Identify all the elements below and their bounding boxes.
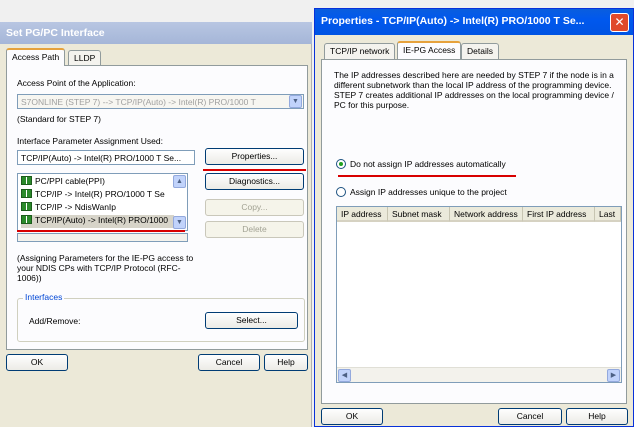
select-button[interactable]: Select...	[205, 312, 298, 329]
interfaces-group-title: Interfaces	[23, 292, 65, 302]
add-remove-label: Add/Remove:	[29, 316, 81, 326]
info-text: The IP addresses described here are need…	[334, 70, 614, 110]
network-card-icon	[21, 215, 32, 224]
table-horizontal-scrollbar[interactable]: ◀ ▶	[337, 367, 621, 382]
annotation-underline-radio	[338, 175, 516, 177]
radio-no-auto-assign[interactable]	[336, 159, 346, 169]
column-header[interactable]: Network address	[450, 207, 523, 222]
right-help-button[interactable]: Help	[566, 408, 628, 425]
scroll-right-icon[interactable]: ▶	[607, 369, 620, 382]
network-card-icon	[21, 202, 32, 211]
access-path-panel: Access Point of the Application: S7ONLIN…	[6, 65, 308, 350]
chevron-down-icon[interactable]: ▼	[289, 95, 302, 108]
list-item[interactable]: TCP/IP -> NdisWanIp	[21, 202, 116, 215]
access-point-label: Access Point of the Application:	[17, 78, 136, 88]
tab-ie-pg-access[interactable]: IE-PG Access	[397, 41, 462, 59]
diagnostics-button[interactable]: Diagnostics...	[205, 173, 304, 190]
network-card-icon	[21, 189, 32, 198]
scroll-down-icon[interactable]: ▼	[173, 216, 186, 229]
interface-list[interactable]: PC/PPI cable(PPI) TCP/IP -> Intel(R) PRO…	[17, 173, 188, 231]
properties-dialog: Properties - TCP/IP(Auto) -> Intel(R) PR…	[314, 8, 634, 427]
left-dialog-title: Set PG/PC Interface	[6, 27, 105, 39]
assignment-field[interactable]: TCP/IP(Auto) -> Intel(R) PRO/1000 T Se..…	[17, 150, 195, 165]
ie-pg-access-panel: The IP addresses described here are need…	[321, 59, 627, 404]
left-cancel-button[interactable]: Cancel	[198, 354, 260, 371]
tab-access-path[interactable]: Access Path	[6, 48, 66, 66]
ip-address-table[interactable]: IP address Subnet mask Network address F…	[336, 206, 622, 383]
horizontal-scrollbar[interactable]	[17, 233, 188, 242]
tab-lldp[interactable]: LLDP	[68, 50, 102, 66]
scroll-left-icon[interactable]: ◀	[338, 369, 351, 382]
column-header[interactable]: First IP address	[523, 207, 595, 222]
annotation-underline-list	[17, 230, 185, 232]
properties-dialog-title: Properties - TCP/IP(Auto) -> Intel(R) PR…	[321, 15, 585, 27]
properties-dialog-titlebar: Properties - TCP/IP(Auto) -> Intel(R) PR…	[315, 9, 633, 35]
column-header[interactable]: Subnet mask	[388, 207, 450, 222]
tab-details[interactable]: Details	[461, 43, 499, 59]
left-help-button[interactable]: Help	[264, 354, 308, 371]
access-point-value: S7ONLINE (STEP 7) --> TCP/IP(Auto) -> In…	[21, 97, 256, 107]
assignment-label: Interface Parameter Assignment Used:	[17, 136, 163, 146]
list-item-selected[interactable]: TCP/IP(Auto) -> Intel(R) PRO/1000	[21, 215, 174, 228]
list-item[interactable]: TCP/IP -> Intel(R) PRO/1000 T Se	[21, 189, 165, 202]
access-point-note: (Standard for STEP 7)	[17, 114, 101, 124]
access-point-select[interactable]: S7ONLINE (STEP 7) --> TCP/IP(Auto) -> In…	[17, 94, 304, 109]
list-item[interactable]: PC/PPI cable(PPI)	[21, 176, 105, 189]
network-card-icon	[21, 176, 32, 185]
column-header[interactable]: Last	[595, 207, 621, 222]
radio-no-auto-assign-label: Do not assign IP addresses automatically	[350, 159, 506, 169]
copy-button[interactable]: Copy...	[205, 199, 304, 216]
annotation-underline-properties	[203, 169, 306, 171]
radio-assign-unique-label: Assign IP addresses unique to the projec…	[350, 187, 507, 197]
tab-tcpip-network[interactable]: TCP/IP network	[324, 43, 396, 59]
scroll-up-icon[interactable]: ▲	[173, 175, 186, 188]
left-ok-button[interactable]: OK	[6, 354, 68, 371]
description-text: (Assigning Parameters for the IE-PG acce…	[17, 253, 194, 283]
delete-button[interactable]: Delete	[205, 221, 304, 238]
right-ok-button[interactable]: OK	[321, 408, 383, 425]
set-pgpc-interface-dialog: Access Path LLDP Access Point of the App…	[0, 44, 312, 427]
assignment-value: TCP/IP(Auto) -> Intel(R) PRO/1000 T Se..…	[21, 153, 182, 163]
properties-button[interactable]: Properties...	[205, 148, 304, 165]
radio-assign-unique[interactable]	[336, 187, 346, 197]
right-cancel-button[interactable]: Cancel	[498, 408, 562, 425]
close-icon[interactable]: ✕	[610, 13, 629, 32]
column-header[interactable]: IP address	[337, 207, 388, 222]
